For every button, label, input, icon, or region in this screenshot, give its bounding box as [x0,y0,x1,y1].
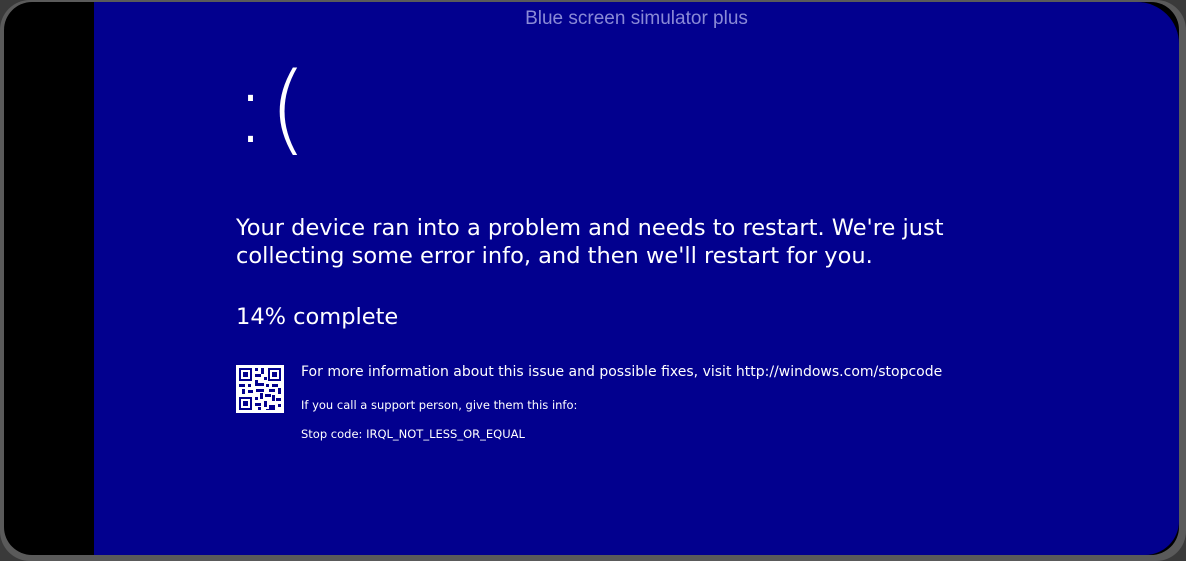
device-frame: Blue screen simulator plus :( Your devic… [0,0,1186,561]
qr-code-graphic [236,365,284,413]
stop-code-text: Stop code: IRQL_NOT_LESS_OR_EQUAL [301,427,525,441]
qr-code-icon [236,365,284,413]
error-message: Your device ran into a problem and needs… [236,214,996,270]
blue-screen[interactable]: Blue screen simulator plus :( Your devic… [94,2,1179,555]
app-title: Blue screen simulator plus [525,8,748,29]
support-info-text: If you call a support person, give them … [301,398,578,412]
device-screen-area: Blue screen simulator plus :( Your devic… [4,2,1179,555]
stopcode-info-text: For more information about this issue an… [301,364,943,380]
sad-face-emoticon: :( [234,52,310,166]
progress-text: 14% complete [236,304,399,330]
error-message-line-2: collecting some error info, and then we'… [236,243,873,269]
error-message-line-1: Your device ran into a problem and needs… [236,215,944,241]
